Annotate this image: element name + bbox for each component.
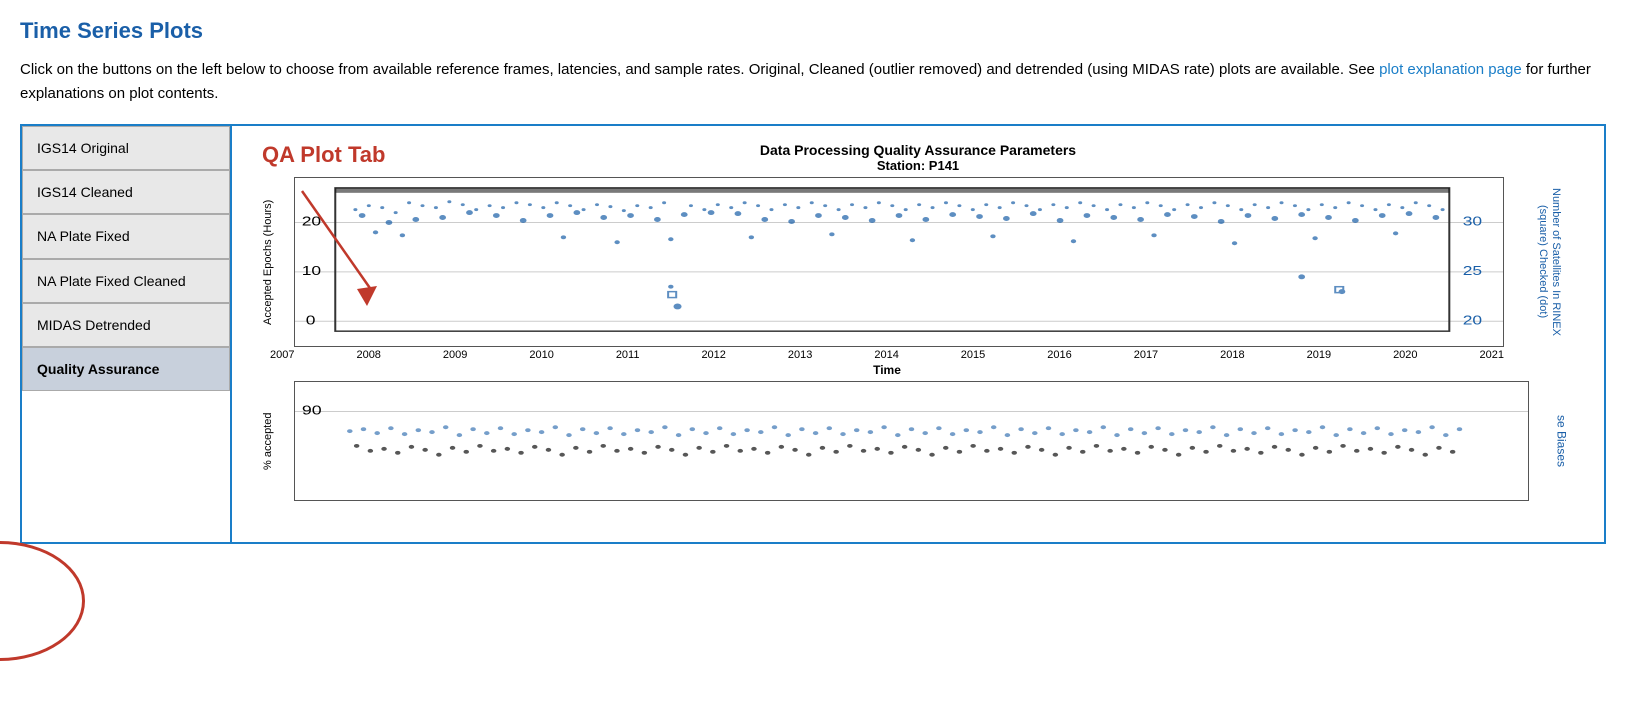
- bottom-y-label-right: se Biases: [1529, 381, 1594, 501]
- upper-chart: Accepted Epochs (Hours) 0 10 20 20 25 30: [242, 177, 1594, 347]
- chart-area: QA Plot Tab Data Processing Quality Assu…: [232, 126, 1604, 542]
- red-circle-annotation: [0, 541, 85, 661]
- chart-subtitle: Station: P141: [242, 158, 1594, 173]
- y-axis-label-left: Accepted Epochs (Hours): [242, 177, 294, 347]
- svg-text:20: 20: [1463, 313, 1482, 327]
- y-axis-label-right: Number of Satellites In RINEX (square) C…: [1504, 177, 1594, 347]
- sidebar-btn-igs14-cleaned[interactable]: IGS14 Cleaned: [22, 170, 230, 214]
- sidebar-btn-na-plate-fixed[interactable]: NA Plate Fixed: [22, 214, 230, 258]
- qa-plot-label: QA Plot Tab: [262, 142, 385, 168]
- svg-text:90: 90: [302, 404, 322, 418]
- sidebar-btn-na-plate-fixed-cleaned[interactable]: NA Plate Fixed Cleaned: [22, 259, 230, 303]
- plot-explanation-link[interactable]: plot explanation page: [1379, 61, 1522, 78]
- x-axis-label: Time: [270, 363, 1504, 377]
- sidebar-btn-quality-assurance[interactable]: Quality Assurance: [22, 347, 230, 391]
- chart-title: Data Processing Quality Assurance Parame…: [242, 142, 1594, 158]
- arrow-annotation: [292, 181, 412, 311]
- svg-text:30: 30: [1463, 215, 1482, 229]
- page-description: Click on the buttons on the left below t…: [20, 58, 1606, 106]
- bottom-chart-svg: 90: [294, 381, 1529, 501]
- sidebar-btn-igs14-original[interactable]: IGS14 Original: [22, 126, 230, 170]
- bottom-chart: % accepted 90: [242, 381, 1594, 501]
- svg-text:25: 25: [1463, 264, 1482, 278]
- x-axis-ticks: 2007 2008 2009 2010 2011 2012 2013 2014 …: [242, 347, 1504, 361]
- upper-chart-svg: 0 10 20 20 25 30: [294, 177, 1504, 347]
- page-title: Time Series Plots: [20, 18, 1606, 44]
- bottom-y-label-left: % accepted: [242, 381, 294, 501]
- main-layout: IGS14 Original IGS14 Cleaned NA Plate Fi…: [20, 124, 1606, 544]
- svg-text:0: 0: [306, 313, 316, 327]
- sidebar: IGS14 Original IGS14 Cleaned NA Plate Fi…: [22, 126, 232, 542]
- sidebar-btn-midas-detrended[interactable]: MIDAS Detrended: [22, 303, 230, 347]
